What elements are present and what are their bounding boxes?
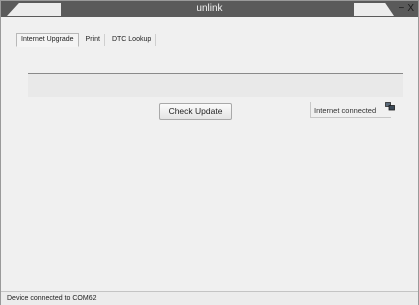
internet-status-text: Internet connected xyxy=(314,106,377,115)
minimize-button[interactable]: − xyxy=(398,2,404,16)
app-window: unlink − X Internet Upgrade Print DTC Lo… xyxy=(0,0,419,305)
close-button[interactable]: X xyxy=(407,2,414,16)
internet-status-panel: Internet connected xyxy=(310,102,395,118)
status-bar: Device connected to COM62 xyxy=(1,291,418,305)
window-controls: − X xyxy=(398,2,414,16)
network-connected-icon xyxy=(385,102,395,111)
tab-internet-upgrade[interactable]: Internet Upgrade xyxy=(16,32,79,47)
check-update-button[interactable]: Check Update xyxy=(159,103,232,120)
tab-bar: Internet Upgrade Print DTC Lookup xyxy=(16,32,159,47)
tab-print[interactable]: Print xyxy=(82,33,105,46)
tab-dtc-lookup[interactable]: DTC Lookup xyxy=(108,33,157,46)
title-bar[interactable]: unlink − X xyxy=(1,1,418,17)
update-progress-area xyxy=(28,73,403,97)
device-status-text: Device connected to COM62 xyxy=(7,295,97,302)
window-title: unlink xyxy=(196,3,223,14)
